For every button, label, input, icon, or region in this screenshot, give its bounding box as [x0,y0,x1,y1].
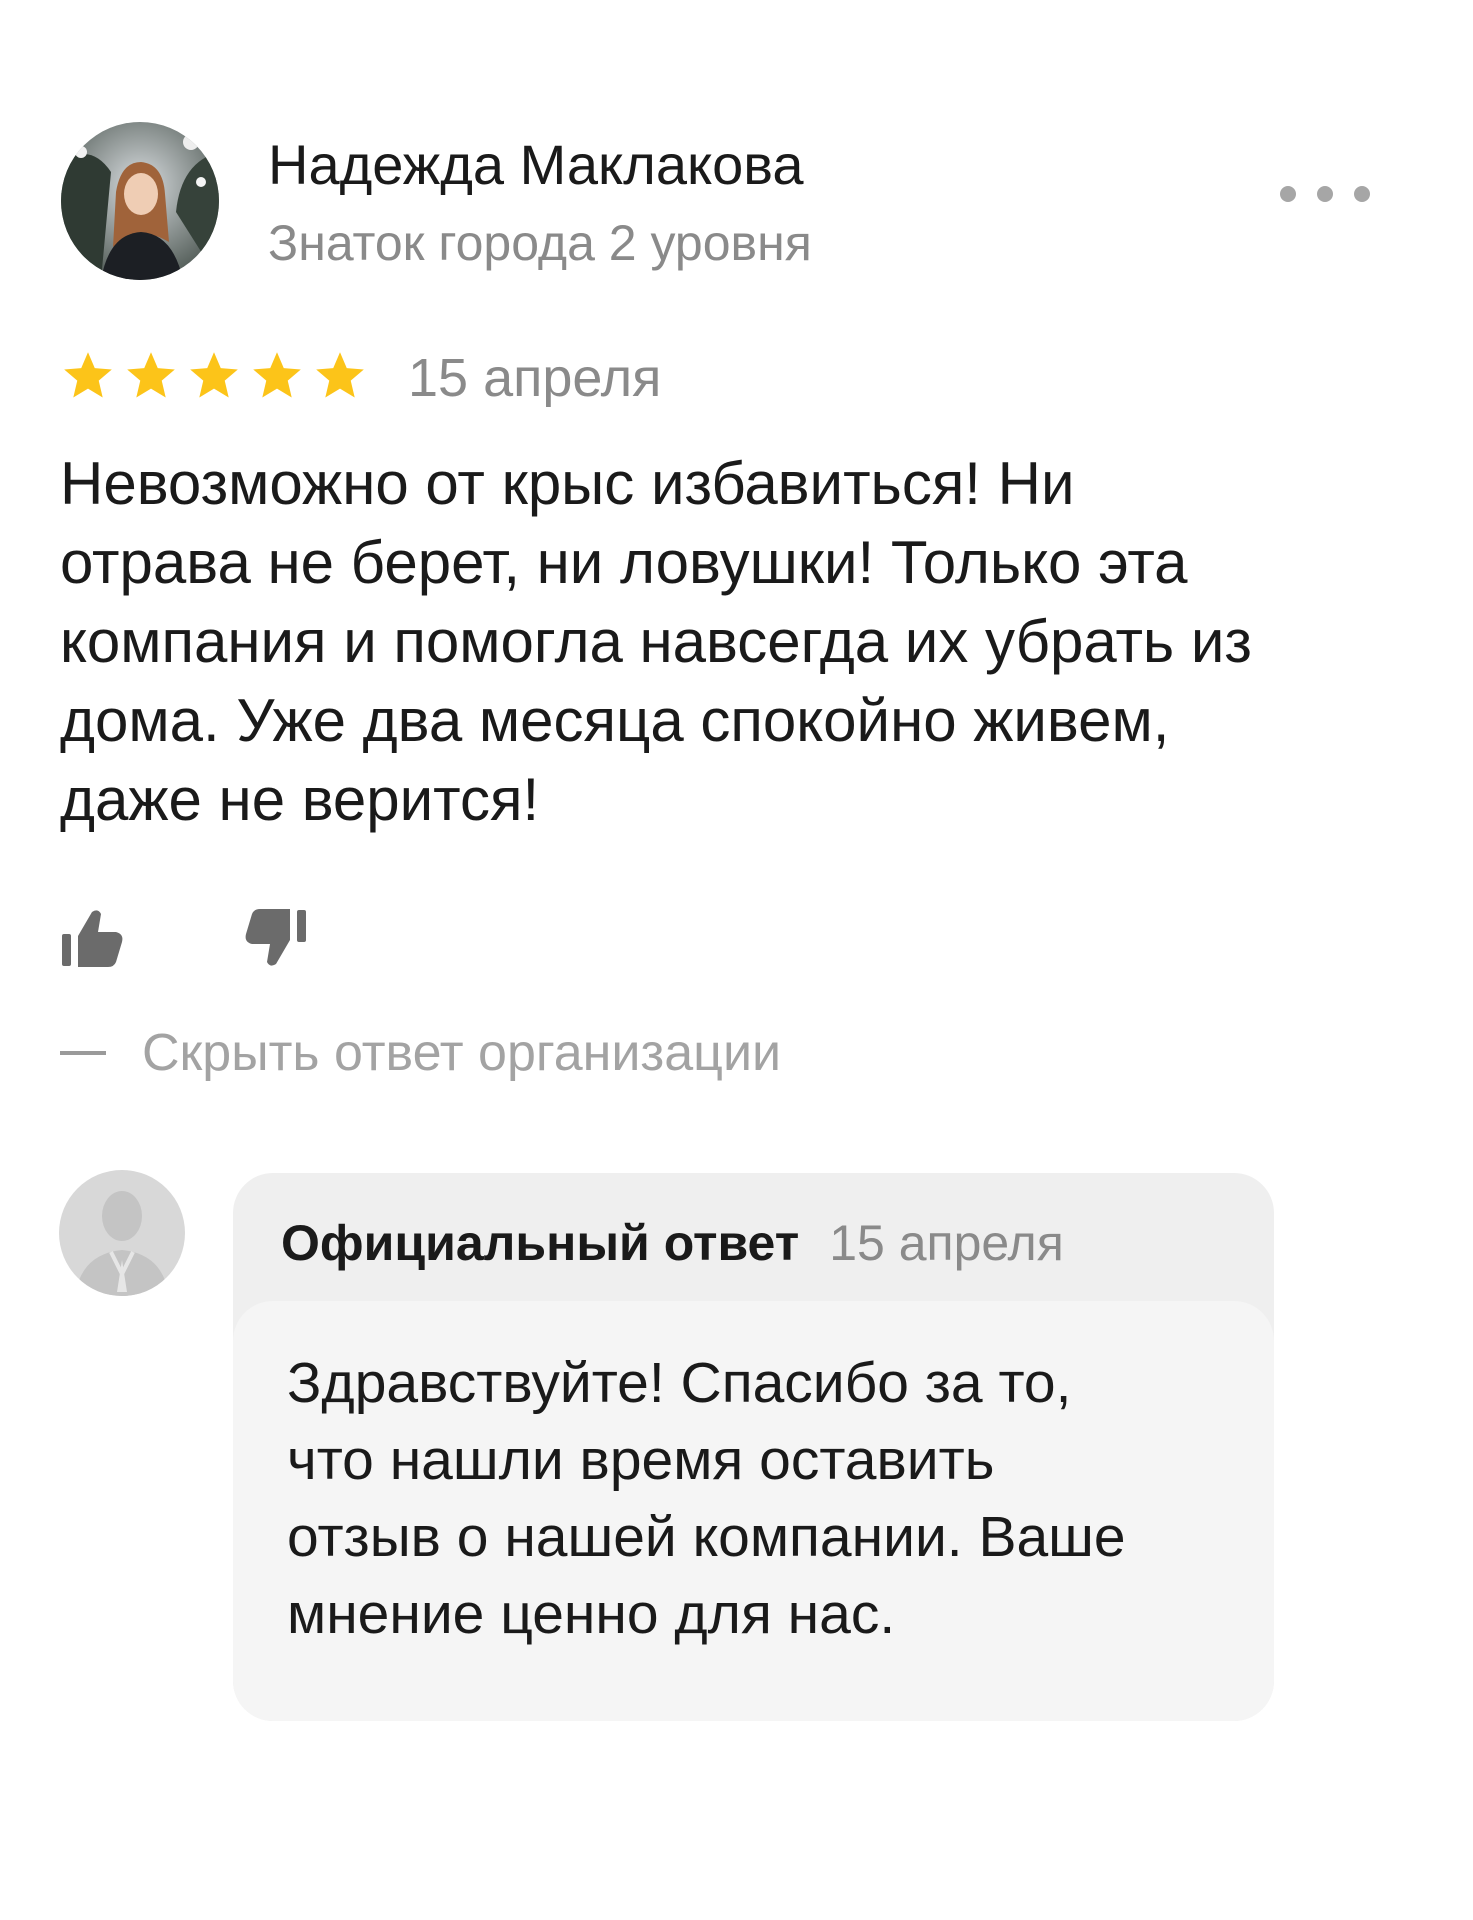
review-text: Невозможно от крыс избавиться! Ни отрава… [60,444,1400,839]
reply-text-line: Здравствуйте! Спасибо за то, [287,1351,1072,1415]
star-rating [60,348,368,406]
like-button[interactable] [58,904,128,974]
author-name[interactable]: Надежда Маклакова [268,130,804,200]
author-level: Знаток города 2 уровня [268,215,812,271]
star-icon [186,348,242,406]
star-icon [312,348,368,406]
organization-reply-card: Официальный ответ 15 апреля Здравствуйте… [233,1173,1274,1721]
review-text-line: отрава не берет, ни ловушки! Только эта [60,529,1188,596]
review-text-line: компания и помогла навсегда их убрать из [60,608,1252,675]
reply-text-line: мнение ценно для нас. [287,1582,896,1646]
reply-text-line: что нашли время оставить [287,1428,995,1492]
more-horizontal-icon [1280,186,1296,202]
reply-body: Здравствуйте! Спасибо за то, что нашли в… [233,1301,1274,1721]
hide-organization-reply-toggle[interactable]: Скрыть ответ организации [60,1020,781,1086]
dash-icon [60,1051,106,1055]
dislike-button[interactable] [240,904,310,974]
star-icon [249,348,305,406]
review-text-line: дома. Уже два месяца спокойно живем, [60,687,1170,754]
reply-date: 15 апреля [829,1215,1064,1271]
star-icon [123,348,179,406]
reply-text-line: отзыв о нашей компании. Ваше [287,1505,1126,1569]
hide-reply-label: Скрыть ответ организации [142,1024,782,1082]
author-avatar[interactable] [61,122,219,280]
organization-avatar [59,1170,185,1296]
thumbs-down-icon [245,909,306,966]
reply-text: Здравствуйте! Спасибо за то, что нашли в… [287,1345,1126,1653]
star-icon [60,348,116,406]
reply-title: Официальный ответ [281,1215,800,1271]
review-date: 15 апреля [408,348,662,408]
more-options-button[interactable] [1280,168,1370,220]
review-text-line: даже не верится! [60,766,540,833]
thumbs-up-icon [62,910,123,967]
review-text-line: Невозможно от крыс избавиться! Ни [60,450,1075,517]
reply-header: Официальный ответ 15 апреля [281,1203,1064,1283]
